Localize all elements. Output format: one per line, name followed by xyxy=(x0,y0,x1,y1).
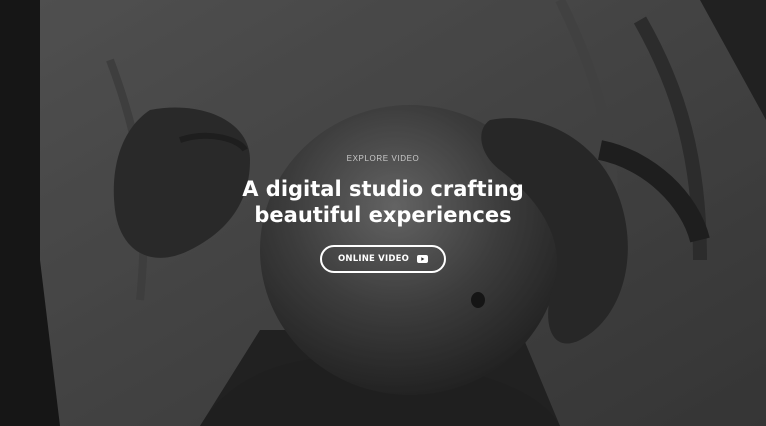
headline-line-2: beautiful experiences xyxy=(254,203,512,227)
youtube-play-icon xyxy=(417,255,429,263)
hero-content: EXPLORE VIDEO A digital studio crafting … xyxy=(0,0,766,426)
hero-section: EXPLORE VIDEO A digital studio crafting … xyxy=(0,0,766,426)
eyebrow-label: EXPLORE VIDEO xyxy=(346,154,420,163)
hero-headline: A digital studio crafting beautiful expe… xyxy=(0,176,766,228)
online-video-button[interactable]: ONLINE VIDEO xyxy=(320,245,446,273)
headline-line-1: A digital studio crafting xyxy=(242,177,524,201)
online-video-label: ONLINE VIDEO xyxy=(337,254,410,264)
